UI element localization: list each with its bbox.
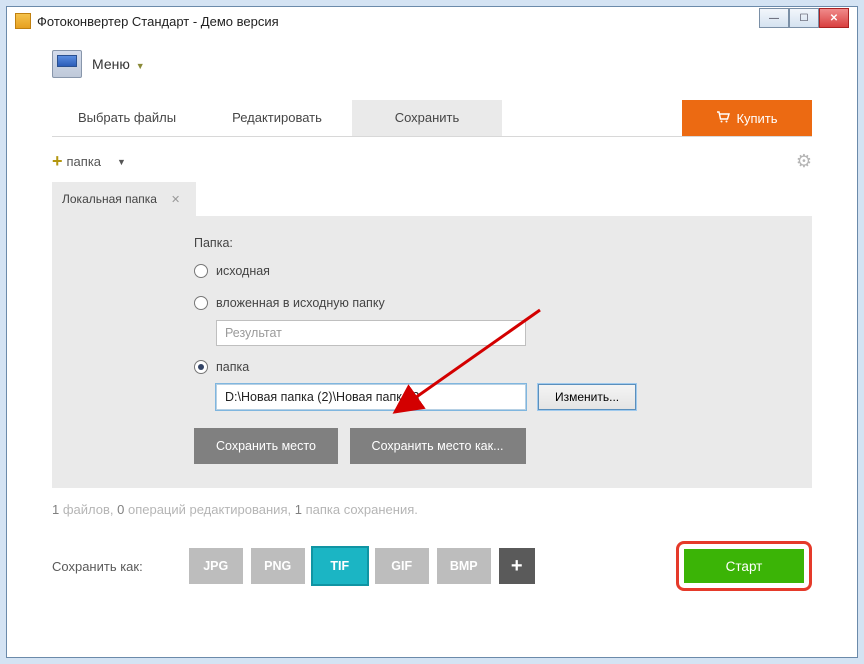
nested-folder-input[interactable] <box>216 320 526 346</box>
save-location-as-button[interactable]: Сохранить место как... <box>350 428 526 464</box>
format-tif[interactable]: TIF <box>313 548 367 584</box>
start-highlight: Старт <box>676 541 812 591</box>
format-gif[interactable]: GIF <box>375 548 429 584</box>
radio-nested[interactable]: вложенная в исходную папку <box>194 296 784 310</box>
folder-heading: Папка: <box>194 236 784 250</box>
path-input[interactable] <box>216 384 526 410</box>
buy-button[interactable]: Купить <box>682 100 812 136</box>
window-title: Фотоконвертер Стандарт - Демо версия <box>37 14 279 29</box>
radio-source-input[interactable] <box>194 264 208 278</box>
radio-folder-input[interactable] <box>194 360 208 374</box>
format-add-button[interactable]: + <box>499 548 535 584</box>
caret-down-icon: ▼ <box>136 61 145 71</box>
app-menu-button[interactable]: Меню ▼ <box>92 56 145 72</box>
format-bmp[interactable]: BMP <box>437 548 491 584</box>
tab-save[interactable]: Сохранить <box>352 100 502 136</box>
cart-icon <box>716 111 730 126</box>
radio-source[interactable]: исходная <box>194 264 784 278</box>
radio-folder[interactable]: папка <box>194 360 784 374</box>
plus-icon: + <box>52 151 63 172</box>
window-controls: — ☐ ✕ <box>759 8 849 28</box>
close-button[interactable]: ✕ <box>819 8 849 28</box>
close-icon[interactable]: ✕ <box>171 193 180 206</box>
minimize-button[interactable]: — <box>759 8 789 28</box>
tab-edit[interactable]: Редактировать <box>202 100 352 136</box>
maximize-button[interactable]: ☐ <box>789 8 819 28</box>
save-panel: Папка: исходная вложенная в исходную пап… <box>52 216 812 488</box>
tab-select-files[interactable]: Выбрать файлы <box>52 100 202 136</box>
radio-nested-input[interactable] <box>194 296 208 310</box>
save-location-button[interactable]: Сохранить место <box>194 428 338 464</box>
change-button[interactable]: Изменить... <box>538 384 636 410</box>
app-menu-icon <box>52 50 82 78</box>
save-as-label: Сохранить как: <box>52 559 143 574</box>
start-button[interactable]: Старт <box>684 549 804 583</box>
format-jpg[interactable]: JPG <box>189 548 243 584</box>
status-text: 1 файлов, 0 операций редактирования, 1 п… <box>52 502 812 517</box>
caret-down-icon: ▼ <box>117 157 126 167</box>
gear-icon[interactable]: ⚙ <box>796 151 812 172</box>
app-icon <box>15 13 31 29</box>
format-png[interactable]: PNG <box>251 548 305 584</box>
add-folder-button[interactable]: + папка ▼ <box>52 151 126 172</box>
sub-tab-local-folder[interactable]: Локальная папка ✕ <box>52 182 196 216</box>
